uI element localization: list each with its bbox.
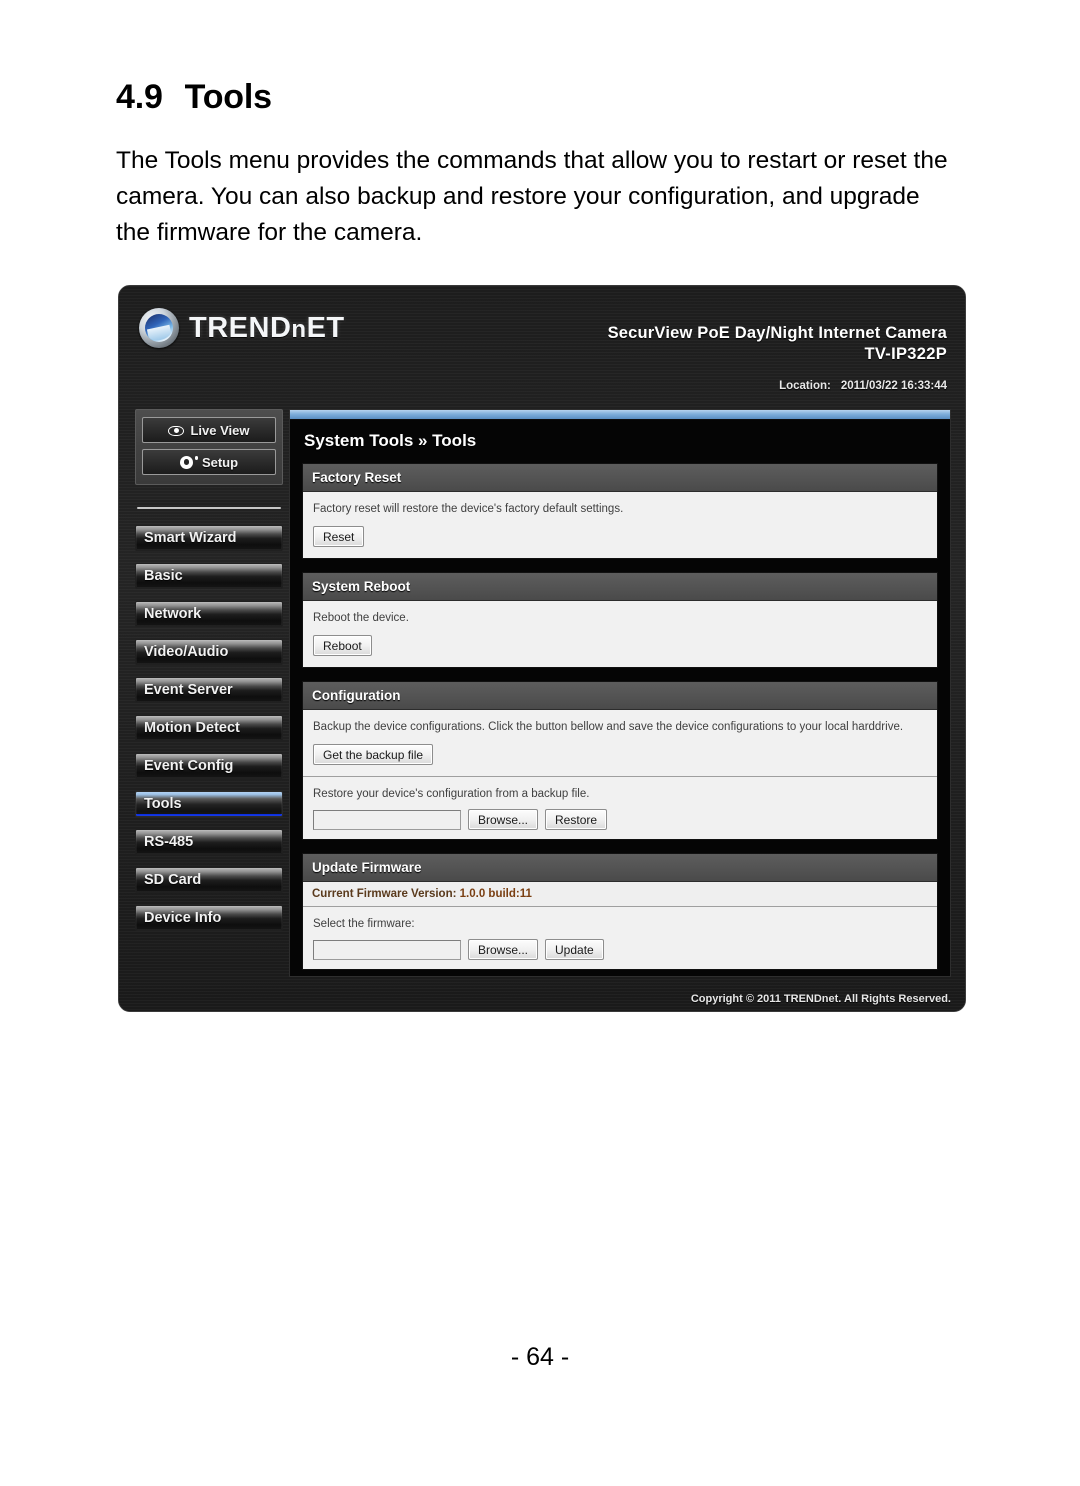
- firmware-version-row: Current Firmware Version: 1.0.0 build:11: [303, 882, 937, 907]
- page-number: - 64 -: [510, 1343, 570, 1371]
- firmware-file-input[interactable]: [313, 939, 461, 960]
- sidebar-divider: [137, 507, 281, 509]
- sidebar-item-label: Video/Audio: [144, 644, 229, 660]
- live-view-label: Live View: [190, 422, 250, 438]
- location-row: Location: 2011/03/22 16:33:44: [779, 380, 947, 392]
- section-number: 4.9: [116, 78, 163, 116]
- sidebar-item-live-view[interactable]: Live View: [142, 417, 276, 443]
- sidebar-item-tools[interactable]: Tools: [135, 791, 283, 817]
- factory-reset-body: Factory reset will restore the device's …: [303, 492, 937, 558]
- camera-web-ui-screenshot: TRENDnET SecurView PoE Day/Night Interne…: [118, 285, 966, 1012]
- get-backup-file-button[interactable]: Get the backup file: [313, 744, 434, 765]
- sidebar-item-label: Network: [144, 606, 202, 622]
- update-firmware-body: Select the firmware: Browse... Update: [303, 907, 937, 969]
- restore-file-row: Browse... Restore: [313, 809, 927, 830]
- firmware-file-row: Browse... Update: [313, 939, 927, 960]
- system-reboot-panel: System Reboot Reboot the device. Reboot: [302, 572, 938, 668]
- sidebar-item-label: Device Info: [144, 910, 222, 926]
- system-reboot-title: System Reboot: [303, 573, 937, 601]
- sidebar-item-sd-card[interactable]: SD Card: [135, 867, 283, 893]
- sidebar-item-smart-wizard[interactable]: Smart Wizard: [135, 525, 283, 551]
- intro-paragraph: The Tools menu provides the commands tha…: [116, 147, 948, 246]
- brand-tail: ET: [306, 311, 345, 344]
- firmware-version-value: 1.0.0 build:11: [459, 888, 532, 900]
- sidebar-item-motion-detect[interactable]: Motion Detect: [135, 715, 283, 741]
- location-timestamp: 2011/03/22 16:33:44: [840, 380, 947, 392]
- update-button[interactable]: Update: [545, 939, 604, 960]
- reset-button[interactable]: Reset: [313, 526, 365, 547]
- product-identity: SecurView PoE Day/Night Internet Camera …: [608, 324, 947, 364]
- product-name: SecurView PoE Day/Night Internet Camera: [607, 324, 947, 342]
- system-reboot-description: Reboot the device.: [313, 612, 409, 624]
- sidebar-item-label: Event Server: [144, 682, 233, 698]
- select-firmware-label: Select the firmware:: [313, 918, 415, 930]
- restore-browse-button[interactable]: Browse...: [468, 809, 539, 830]
- restore-button[interactable]: Restore: [545, 809, 608, 830]
- sidebar-item-label: Basic: [144, 568, 183, 584]
- sidebar-item-event-server[interactable]: Event Server: [135, 677, 283, 703]
- sidebar-item-device-info[interactable]: Device Info: [135, 905, 283, 931]
- sidebar-item-label: Event Config: [144, 758, 234, 774]
- configuration-backup-body: Backup the device configurations. Click …: [303, 710, 937, 776]
- sidebar-item-label: Smart Wizard: [144, 530, 237, 546]
- content-panel: System Tools » Tools Factory Reset Facto…: [289, 409, 951, 977]
- sidebar-item-label: Tools: [144, 796, 182, 812]
- configuration-panel: Configuration Backup the device configur…: [302, 681, 938, 840]
- sidebar: Live View Setup Smart Wizard Basic Netwo…: [135, 409, 283, 943]
- product-model: TV-IP322P: [864, 345, 947, 363]
- document-page: 4.9 Tools The Tools menu provides the com…: [0, 0, 1080, 1486]
- factory-reset-description: Factory reset will restore the device's …: [313, 503, 624, 515]
- sidebar-item-basic[interactable]: Basic: [135, 563, 283, 589]
- location-label: Location:: [779, 380, 831, 392]
- configuration-restore-body: Restore your device's configuration from…: [303, 776, 937, 839]
- brand-main: TREND: [189, 311, 292, 344]
- screenshot-background: TRENDnET SecurView PoE Day/Night Interne…: [119, 286, 965, 1011]
- sidebar-item-label: SD Card: [144, 872, 202, 888]
- gear-icon: [179, 455, 196, 470]
- sidebar-item-label: RS-485: [144, 834, 194, 850]
- sidebar-item-rs485[interactable]: RS-485: [135, 829, 283, 855]
- backup-description: Backup the device configurations. Click …: [313, 721, 904, 733]
- factory-reset-panel: Factory Reset Factory reset will restore…: [302, 463, 938, 559]
- update-firmware-title: Update Firmware: [303, 854, 937, 882]
- sidebar-item-event-config[interactable]: Event Config: [135, 753, 283, 779]
- sidebar-item-network[interactable]: Network: [135, 601, 283, 627]
- brand-sub: n: [291, 315, 307, 343]
- sidebar-item-label: Motion Detect: [144, 720, 240, 736]
- brand-wordmark: TRENDnET: [189, 312, 345, 345]
- copyright-text: Copyright © 2011 TRENDnet. All Rights Re…: [690, 993, 951, 1005]
- content-topbar-accent: [290, 410, 950, 420]
- sidebar-mode-group: Live View Setup: [135, 409, 283, 485]
- trendnet-globe-icon: [139, 308, 179, 348]
- trendnet-logo: TRENDnET: [139, 308, 345, 348]
- breadcrumb: System Tools » Tools: [304, 431, 477, 450]
- configuration-title: Configuration: [303, 682, 937, 710]
- restore-description: Restore your device's configuration from…: [313, 788, 590, 800]
- reboot-button[interactable]: Reboot: [313, 635, 372, 656]
- factory-reset-title: Factory Reset: [303, 464, 937, 492]
- page-title: 4.9 Tools: [116, 78, 272, 117]
- restore-file-input[interactable]: [313, 809, 461, 830]
- section-title: Tools: [184, 78, 272, 116]
- sidebar-item-video-audio[interactable]: Video/Audio: [135, 639, 283, 665]
- system-reboot-body: Reboot the device. Reboot: [303, 601, 937, 667]
- setup-label: Setup: [201, 454, 239, 470]
- eye-icon: [168, 423, 185, 438]
- update-firmware-panel: Update Firmware Current Firmware Version…: [302, 853, 938, 970]
- firmware-version-label: Current Firmware Version:: [312, 888, 457, 900]
- firmware-browse-button[interactable]: Browse...: [468, 939, 539, 960]
- sidebar-item-setup[interactable]: Setup: [142, 449, 276, 475]
- ui-header: TRENDnET SecurView PoE Day/Night Interne…: [119, 286, 965, 392]
